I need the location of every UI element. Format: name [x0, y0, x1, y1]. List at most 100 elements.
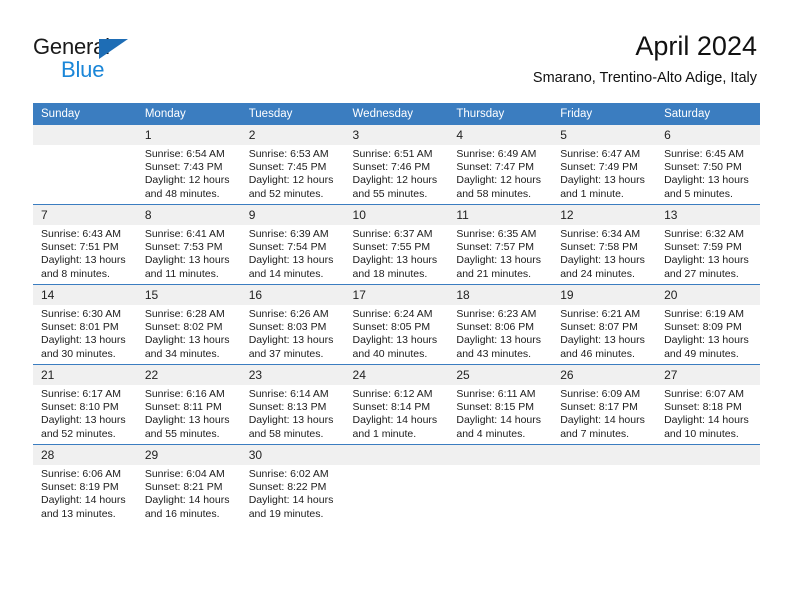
day-number: 12: [552, 205, 657, 225]
sunrise-text: Sunrise: 6:28 AM: [144, 308, 225, 320]
day-sun-info: Sunrise: 6:07 AM Sunset: 8:18 PM Daylight:…: [656, 385, 760, 441]
sunset-text: Sunset: 7:59 PM: [664, 241, 742, 254]
daylight-text-line1: Daylight: 13 hours: [560, 174, 645, 187]
weekday-header-monday: Monday: [136, 103, 241, 125]
sunset-text: Sunset: 7:49 PM: [560, 161, 638, 174]
sunrise-text: Sunrise: 6:24 AM: [352, 308, 433, 320]
calendar-day-cell[interactable]: 13 Sunrise: 6:32 AM Sunset: 7:59 PM Dayligh…: [656, 204, 760, 285]
calendar-day-cell[interactable]: 30 Sunrise: 6:02 AM Sunset: 8:22 PM Dayligh…: [240, 444, 345, 524]
daylight-text-line1: Daylight: 14 hours: [352, 414, 438, 427]
day-sun-info: Sunrise: 6:14 AM Sunset: 8:13 PM Daylight:…: [241, 385, 345, 441]
day-number: 27: [656, 365, 760, 385]
calendar-day-cell[interactable]: 28 Sunrise: 6:06 AM Sunset: 8:19 PM Dayligh…: [33, 444, 137, 524]
daylight-text-line1: Daylight: 12 hours: [352, 174, 438, 187]
sunset-text: Sunset: 8:03 PM: [248, 321, 327, 334]
day-sun-info: Sunrise: 6:47 AM Sunset: 7:49 PM Daylight:…: [552, 145, 656, 201]
calendar-week-row: 21 Sunrise: 6:17 AM Sunset: 8:10 PM Dayligh…: [33, 364, 760, 445]
calendar-day-cell[interactable]: 16 Sunrise: 6:26 AM Sunset: 8:03 PM Dayligh…: [240, 284, 345, 365]
calendar-day-cell[interactable]: 3 Sunrise: 6:51 AM Sunset: 7:46 PM Daylight…: [344, 125, 449, 205]
sunrise-text: Sunrise: 6:12 AM: [352, 388, 433, 400]
calendar-day-cell[interactable]: 18 Sunrise: 6:23 AM Sunset: 8:06 PM Dayligh…: [448, 284, 553, 365]
day-sun-info: Sunrise: 6:21 AM Sunset: 8:07 PM Daylight:…: [552, 305, 656, 361]
calendar-day-cell[interactable]: 15 Sunrise: 6:28 AM Sunset: 8:02 PM Dayligh…: [136, 284, 241, 365]
calendar-day-cell[interactable]: 14 Sunrise: 6:30 AM Sunset: 8:01 PM Dayligh…: [33, 284, 137, 365]
day-number: 25: [448, 365, 553, 385]
daylight-text-line2: and 58 minutes.: [456, 187, 532, 200]
calendar-day-cell[interactable]: 12 Sunrise: 6:34 AM Sunset: 7:58 PM Dayligh…: [552, 204, 657, 285]
calendar-day-cell[interactable]: 20 Sunrise: 6:19 AM Sunset: 8:09 PM Dayligh…: [656, 284, 760, 365]
day-number: [656, 445, 760, 465]
calendar-day-cell[interactable]: 17 Sunrise: 6:24 AM Sunset: 8:05 PM Dayligh…: [344, 284, 449, 365]
day-number: 30: [240, 445, 345, 465]
general-blue-logo[interactable]: General Blue: [33, 34, 163, 82]
daylight-text-line1: Daylight: 13 hours: [352, 254, 438, 267]
daylight-text-line1: Daylight: 13 hours: [664, 334, 749, 347]
calendar-day-cell[interactable]: 10 Sunrise: 6:37 AM Sunset: 7:55 PM Dayligh…: [344, 204, 449, 285]
day-sun-info: Sunrise: 6:17 AM Sunset: 8:10 PM Daylight:…: [33, 385, 137, 441]
calendar-day-cell[interactable]: 5 Sunrise: 6:47 AM Sunset: 7:49 PM Daylight…: [552, 125, 657, 205]
calendar-day-cell[interactable]: 2 Sunrise: 6:53 AM Sunset: 7:45 PM Daylight…: [240, 125, 345, 205]
calendar-day-cell[interactable]: 4 Sunrise: 6:49 AM Sunset: 7:47 PM Daylight…: [448, 125, 553, 205]
calendar-day-cell[interactable]: 29 Sunrise: 6:04 AM Sunset: 8:21 PM Dayligh…: [136, 444, 241, 524]
weekday-header-friday: Friday: [552, 103, 657, 125]
calendar-day-cell[interactable]: 21 Sunrise: 6:17 AM Sunset: 8:10 PM Dayligh…: [33, 364, 137, 445]
daylight-text-line2: and 18 minutes.: [352, 267, 428, 280]
day-sun-info: Sunrise: 6:26 AM Sunset: 8:03 PM Daylight:…: [241, 305, 345, 361]
sunrise-text: Sunrise: 6:37 AM: [352, 228, 433, 240]
sunrise-text: Sunrise: 6:16 AM: [144, 388, 225, 400]
sunset-text: Sunset: 8:07 PM: [560, 321, 638, 334]
daylight-text-line1: Daylight: 14 hours: [664, 414, 749, 427]
day-number: 16: [240, 285, 345, 305]
daylight-text-line1: Daylight: 13 hours: [41, 334, 126, 347]
sunrise-text: Sunrise: 6:32 AM: [664, 228, 745, 240]
sunrise-text: Sunrise: 6:09 AM: [560, 388, 641, 400]
calendar-day-cell[interactable]: 25 Sunrise: 6:11 AM Sunset: 8:15 PM Dayligh…: [448, 364, 553, 445]
sunset-text: Sunset: 7:54 PM: [248, 241, 327, 254]
daylight-text-line2: and 43 minutes.: [456, 347, 532, 360]
calendar-day-cell[interactable]: 7 Sunrise: 6:43 AM Sunset: 7:51 PM Daylight…: [33, 204, 137, 285]
sunset-text: Sunset: 7:43 PM: [144, 161, 223, 174]
sunrise-text: Sunrise: 6:14 AM: [248, 388, 329, 400]
daylight-text-line1: Daylight: 14 hours: [41, 494, 126, 507]
calendar-day-cell[interactable]: 11 Sunrise: 6:35 AM Sunset: 7:57 PM Dayligh…: [448, 204, 553, 285]
daylight-text-line1: Daylight: 13 hours: [456, 254, 542, 267]
day-sun-info: Sunrise: 6:34 AM Sunset: 7:58 PM Daylight:…: [552, 225, 656, 281]
day-sun-info: Sunrise: 6:04 AM Sunset: 8:21 PM Daylight:…: [137, 465, 241, 521]
day-sun-info: Sunrise: 6:02 AM Sunset: 8:22 PM Daylight:…: [241, 465, 345, 521]
daylight-text-line2: and 10 minutes.: [664, 427, 739, 440]
calendar-day-cell[interactable]: 22 Sunrise: 6:16 AM Sunset: 8:11 PM Dayligh…: [136, 364, 241, 445]
daylight-text-line2: and 55 minutes.: [144, 427, 220, 440]
calendar-day-cell[interactable]: 24 Sunrise: 6:12 AM Sunset: 8:14 PM Dayligh…: [344, 364, 449, 445]
calendar-day-cell[interactable]: 8 Sunrise: 6:41 AM Sunset: 7:53 PM Daylight…: [136, 204, 241, 285]
day-number: 2: [240, 125, 345, 145]
page-title: April 2024: [635, 31, 757, 61]
calendar-day-cell[interactable]: 27 Sunrise: 6:07 AM Sunset: 8:18 PM Dayligh…: [656, 364, 760, 445]
day-sun-info: Sunrise: 6:28 AM Sunset: 8:02 PM Daylight:…: [137, 305, 241, 361]
daylight-text-line1: Daylight: 12 hours: [144, 174, 230, 187]
day-number: 23: [240, 365, 345, 385]
sunset-text: Sunset: 8:15 PM: [456, 401, 535, 414]
day-number: 19: [552, 285, 657, 305]
day-number: 21: [33, 365, 137, 385]
day-sun-info: Sunrise: 6:16 AM Sunset: 8:11 PM Daylight:…: [137, 385, 241, 441]
calendar-day-cell[interactable]: 23 Sunrise: 6:14 AM Sunset: 8:13 PM Dayligh…: [240, 364, 345, 445]
sunset-text: Sunset: 7:50 PM: [664, 161, 742, 174]
calendar-day-cell[interactable]: 9 Sunrise: 6:39 AM Sunset: 7:54 PM Daylight…: [240, 204, 345, 285]
daylight-text-line1: Daylight: 13 hours: [664, 254, 749, 267]
sunset-text: Sunset: 7:58 PM: [560, 241, 638, 254]
day-number: 7: [33, 205, 137, 225]
calendar-day-cell[interactable]: 1 Sunrise: 6:54 AM Sunset: 7:43 PM Daylight…: [136, 125, 241, 205]
calendar-day-cell[interactable]: 19 Sunrise: 6:21 AM Sunset: 8:07 PM Dayligh…: [552, 284, 657, 365]
daylight-text-line2: and 24 minutes.: [560, 267, 635, 280]
day-sun-info: Sunrise: 6:11 AM Sunset: 8:15 PM Daylight:…: [448, 385, 552, 441]
sunrise-text: Sunrise: 6:34 AM: [560, 228, 641, 240]
sunrise-text: Sunrise: 6:02 AM: [248, 468, 329, 480]
sunrise-text: Sunrise: 6:47 AM: [560, 148, 641, 160]
day-sun-info: Sunrise: 6:09 AM Sunset: 8:17 PM Daylight:…: [552, 385, 656, 441]
calendar-day-cell[interactable]: 6 Sunrise: 6:45 AM Sunset: 7:50 PM Daylight…: [656, 125, 760, 205]
calendar-day-cell[interactable]: 26 Sunrise: 6:09 AM Sunset: 8:17 PM Dayligh…: [552, 364, 657, 445]
day-sun-info: Sunrise: 6:30 AM Sunset: 8:01 PM Daylight:…: [33, 305, 137, 361]
sunrise-text: Sunrise: 6:54 AM: [144, 148, 225, 160]
day-number: [344, 445, 449, 465]
sunset-text: Sunset: 8:13 PM: [248, 401, 327, 414]
